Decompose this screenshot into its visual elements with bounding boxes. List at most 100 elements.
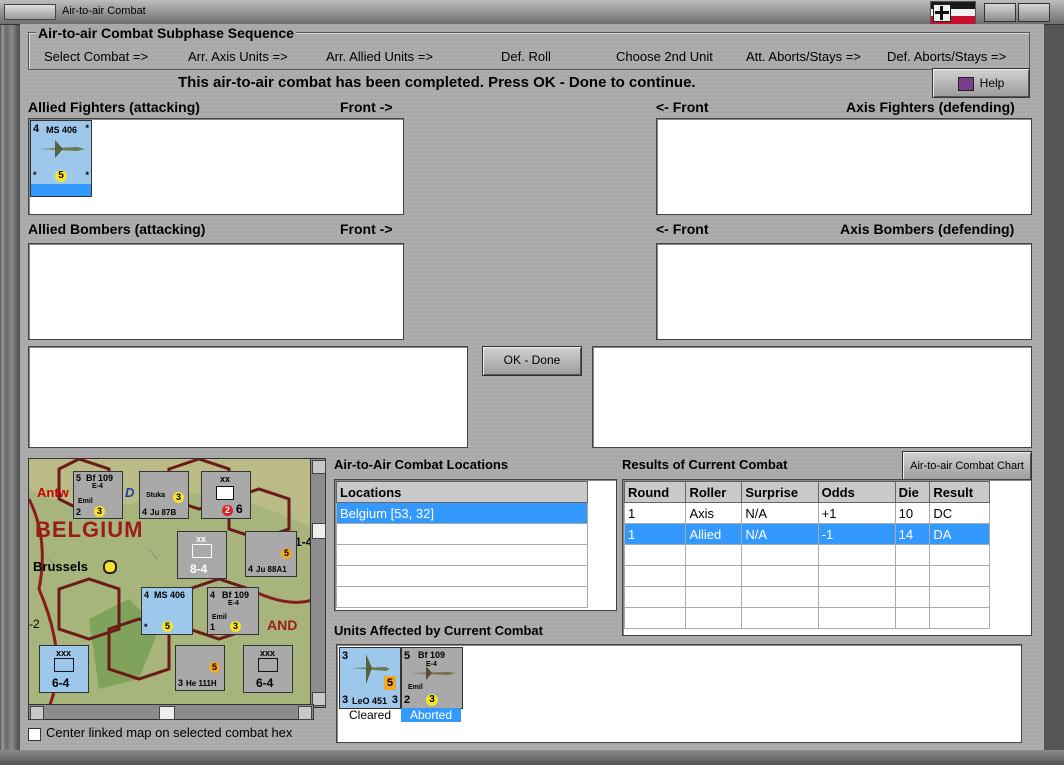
results-table: Round Roller Surprise Odds Die Result 1A…: [623, 481, 990, 629]
allied-bombers-panel[interactable]: [28, 243, 404, 340]
city-marker-icon: [103, 560, 117, 574]
unit-symbol-icon: [54, 658, 74, 672]
result-cell: 10: [894, 502, 931, 524]
window-title: Air-to-air Combat: [62, 5, 146, 17]
map-unit-bf109-a[interactable]: 5 Bf 109 E-4 Emil 2 3: [73, 471, 123, 519]
result-cell: Allied: [685, 523, 743, 545]
affected-unit-bf109[interactable]: 5 Bf 109 E-4 Emil 2 3: [401, 647, 463, 709]
result-cell: [685, 607, 743, 629]
map-vertical-scrollbar[interactable]: [310, 458, 326, 708]
result-row[interactable]: 1 Allied N/A -1 14 DA: [623, 523, 990, 545]
result-cell: DA: [929, 523, 990, 545]
ok-done-button[interactable]: OK - Done: [482, 346, 582, 376]
result-cell: [894, 565, 931, 587]
result-cell: [623, 544, 687, 566]
affected-unit-leo451[interactable]: 3 5 3 LeO 451 3: [339, 647, 401, 709]
scroll-left-arrow-icon[interactable]: [30, 706, 44, 720]
col-die[interactable]: Die: [894, 481, 931, 503]
dialog-content: Air-to-air Combat Subphase Sequence Sele…: [20, 24, 1044, 750]
results-title: Results of Current Combat: [622, 457, 788, 472]
help-button[interactable]: Help: [932, 68, 1030, 98]
map-unit-bf109-b[interactable]: 4 Bf 109 E-4 Emil 1 3: [207, 587, 259, 635]
seq-step-select-combat: Select Combat =>: [44, 49, 149, 64]
map-unit-he111[interactable]: 3 He 111H 5: [175, 645, 225, 691]
result-cell: [929, 607, 990, 629]
location-row[interactable]: [336, 565, 588, 587]
result-row[interactable]: [623, 544, 990, 566]
scroll-thumb-h[interactable]: [159, 706, 175, 720]
axis-bombers-label: Axis Bombers (defending): [840, 221, 1015, 237]
scroll-up-arrow-icon[interactable]: [312, 460, 326, 474]
result-cell: [894, 586, 931, 608]
map-label-city: Brussels: [33, 559, 88, 574]
seq-step-def-roll: Def. Roll: [501, 49, 551, 64]
results-table-panel[interactable]: Round Roller Surprise Odds Die Result 1A…: [622, 479, 1032, 636]
result-row[interactable]: [623, 607, 990, 629]
result-cell: [623, 565, 687, 587]
map-label-d: D: [125, 485, 135, 500]
allied-bombers-front: Front ->: [340, 221, 393, 237]
col-odds[interactable]: Odds: [817, 481, 896, 503]
result-cell: [817, 565, 896, 587]
system-menu-icon[interactable]: [4, 4, 56, 20]
result-row[interactable]: 1 Axis N/A +1 10 DC: [623, 502, 990, 524]
unit-symbol-icon: [216, 486, 234, 500]
location-row[interactable]: [336, 523, 588, 545]
result-cell: [929, 586, 990, 608]
center-map-checkbox[interactable]: [28, 728, 41, 741]
scroll-right-arrow-icon[interactable]: [298, 706, 312, 720]
location-row[interactable]: [336, 586, 588, 608]
result-row[interactable]: [623, 565, 990, 587]
seq-step-arr-axis: Arr. Axis Units =>: [188, 49, 288, 64]
result-cell: [894, 607, 931, 629]
strength-badge: 5: [55, 170, 67, 182]
locations-list[interactable]: Locations Belgium [53, 32]: [334, 479, 617, 611]
map-unit-ju87[interactable]: Stuka 4 Ju 87B 3: [139, 471, 189, 519]
combat-chart-button[interactable]: Air-to-air Combat Chart: [902, 451, 1032, 481]
affected-units-panel[interactable]: 3 5 3 LeO 451 3 Cleared 5 Bf 109 E-4 Emi…: [336, 644, 1022, 743]
location-row[interactable]: Belgium [53, 32]: [336, 502, 588, 524]
map-unit-xx-b[interactable]: xx 8-4: [177, 531, 227, 579]
axis-fighters-panel[interactable]: [656, 118, 1032, 215]
map-horizontal-scrollbar[interactable]: [28, 704, 314, 720]
close-button[interactable]: [1018, 3, 1050, 22]
map-unit-xxx-a[interactable]: xxx 6-4: [39, 645, 89, 693]
unit-symbol-icon: [192, 544, 212, 558]
status-bar: [0, 750, 1064, 765]
location-row[interactable]: [336, 544, 588, 566]
result-cell: -1: [817, 523, 896, 545]
map-unit-ju88[interactable]: 4 Ju 88A1 5: [245, 531, 297, 577]
axis-message-panel: [592, 346, 1032, 448]
map-unit-ms406[interactable]: 4 MS 406 * 5: [141, 587, 193, 635]
fighter-plane-icon: [410, 666, 456, 680]
result-cell: [685, 565, 743, 587]
col-roller[interactable]: Roller: [685, 481, 743, 503]
result-cell: +1: [817, 502, 896, 524]
german-flag-icon: [930, 1, 976, 25]
col-surprise[interactable]: Surprise: [741, 481, 819, 503]
result-cell: [894, 544, 931, 566]
scroll-down-arrow-icon[interactable]: [312, 692, 326, 706]
result-row[interactable]: [623, 586, 990, 608]
result-cell: [685, 586, 743, 608]
allied-fighter-counter[interactable]: 4 MS 406 * * 5 *: [30, 120, 92, 197]
col-result[interactable]: Result: [929, 481, 990, 503]
scroll-thumb[interactable]: [312, 523, 326, 539]
linked-map[interactable]: Antw D BELGIUM Brussels AND 1-4 -2 5 Bf …: [28, 458, 316, 708]
result-cell: [623, 607, 687, 629]
result-cell: [817, 586, 896, 608]
minimize-button[interactable]: [984, 3, 1016, 22]
seq-step-arr-allied: Arr. Allied Units =>: [326, 49, 433, 64]
result-cell: DC: [929, 502, 990, 524]
col-round[interactable]: Round: [623, 481, 687, 503]
map-unit-xxx-b[interactable]: xxx 6-4: [243, 645, 293, 693]
axis-bombers-panel[interactable]: [656, 243, 1032, 340]
seq-step-choose-2nd: Choose 2nd Unit: [616, 49, 713, 64]
result-cell: N/A: [741, 502, 819, 524]
center-map-checkbox-label: Center linked map on selected combat hex: [46, 725, 293, 740]
result-cell: 14: [894, 523, 931, 545]
unit-symbol-icon: [258, 658, 278, 672]
map-unit-xx-a[interactable]: xx 2 6: [201, 471, 251, 519]
allied-fighters-panel[interactable]: 4 MS 406 * * 5 *: [28, 118, 404, 215]
title-bar[interactable]: Air-to-air Combat: [0, 0, 1064, 25]
